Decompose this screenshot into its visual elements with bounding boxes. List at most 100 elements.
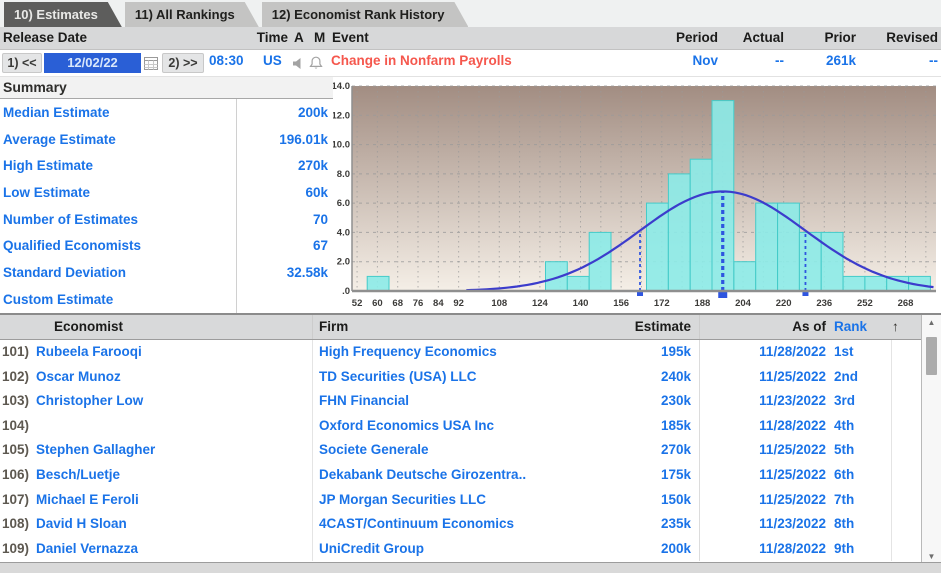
- header-estimate: Estimate: [593, 315, 700, 339]
- rank-value: 3rd: [830, 389, 892, 414]
- svg-text:268: 268: [898, 298, 914, 309]
- event-name-link[interactable]: Change in Nonfarm Payrolls: [331, 53, 512, 68]
- audio-alert-icon[interactable]: [292, 57, 306, 73]
- bottom-strip: [0, 562, 941, 573]
- svg-text:68: 68: [392, 298, 403, 309]
- rank-value: 4th: [830, 414, 892, 439]
- as-of-date: 11/28/2022: [700, 537, 830, 562]
- release-time: 08:30: [209, 53, 244, 68]
- tab-estimates[interactable]: 10) Estimates: [4, 2, 122, 27]
- svg-text:10.0: 10.0: [333, 140, 350, 151]
- row-number: 104): [0, 414, 36, 439]
- col-prior: Prior: [824, 30, 856, 45]
- svg-text:140: 140: [573, 298, 589, 309]
- summary-row-low: Low Estimate 60k: [0, 179, 333, 206]
- firm-name-link[interactable]: FHN Financial: [312, 389, 593, 414]
- row-number: 103): [0, 389, 36, 414]
- svg-text:14.0: 14.0: [333, 81, 350, 92]
- summary-value: 196.01k: [237, 132, 333, 147]
- prior-value: 261k: [826, 53, 856, 68]
- summary-label: Custom Estimate: [0, 286, 237, 313]
- revised-value: --: [929, 53, 938, 68]
- col-alert-a: A: [294, 30, 304, 45]
- summary-row-custom: Custom Estimate: [0, 286, 333, 313]
- as-of-date: 11/25/2022: [700, 488, 830, 513]
- table-row[interactable]: 103) Christopher Low FHN Financial 230k …: [0, 389, 941, 414]
- estimate-value: 185k: [593, 414, 700, 439]
- row-number: 109): [0, 537, 36, 562]
- scrollbar-thumb[interactable]: [926, 337, 937, 375]
- svg-text:2.0: 2.0: [337, 257, 350, 268]
- svg-text:76: 76: [413, 298, 424, 309]
- tab-bar: 10) Estimates 11) All Rankings 12) Econo…: [0, 0, 941, 27]
- row-number: 107): [0, 488, 36, 513]
- firm-name-link[interactable]: 4CAST/Continuum Economics: [312, 512, 593, 537]
- table-row[interactable]: 108) David H Sloan 4CAST/Continuum Econo…: [0, 512, 941, 537]
- firm-name-link[interactable]: Dekabank Deutsche Girozentra..: [312, 463, 593, 488]
- header-rank-sort[interactable]: Rank: [830, 315, 892, 339]
- estimate-value: 200k: [593, 537, 700, 562]
- scroll-down-icon[interactable]: ▼: [922, 552, 941, 561]
- estimate-value: 150k: [593, 488, 700, 513]
- economist-name-link[interactable]: Oscar Munoz: [36, 365, 312, 390]
- firm-name-link[interactable]: UniCredit Group: [312, 537, 593, 562]
- svg-text:12.0: 12.0: [333, 110, 350, 121]
- summary-panel: Summary Median Estimate 200k Average Est…: [0, 77, 333, 313]
- release-date-field[interactable]: 12/02/22: [44, 53, 141, 73]
- rank-value: 8th: [830, 512, 892, 537]
- tab-all-rankings[interactable]: 11) All Rankings: [125, 2, 259, 27]
- svg-text:92: 92: [453, 298, 464, 309]
- svg-text:156: 156: [613, 298, 629, 309]
- economist-name-link[interactable]: Daniel Vernazza: [36, 537, 312, 562]
- economist-name-link[interactable]: Rubeela Farooqi: [36, 340, 312, 365]
- rank-value: 5th: [830, 438, 892, 463]
- economist-name-link[interactable]: Besch/Luetje: [36, 463, 312, 488]
- table-row[interactable]: 107) Michael E Feroli JP Morgan Securiti…: [0, 488, 941, 513]
- sort-ascending-icon[interactable]: ↑: [892, 315, 920, 339]
- svg-text:6.0: 6.0: [337, 198, 350, 209]
- header-firm: Firm: [312, 315, 593, 339]
- summary-row-qualified: Qualified Economists 67: [0, 232, 333, 259]
- scroll-up-icon[interactable]: ▲: [922, 318, 941, 327]
- as-of-date: 11/23/2022: [700, 512, 830, 537]
- firm-name-link[interactable]: Oxford Economics USA Inc: [312, 414, 593, 439]
- firm-name-link[interactable]: TD Securities (USA) LLC: [312, 365, 593, 390]
- estimate-value: 175k: [593, 463, 700, 488]
- col-event: Event: [332, 30, 369, 45]
- table-row[interactable]: 109) Daniel Vernazza UniCredit Group 200…: [0, 537, 941, 562]
- table-row[interactable]: 104) Oxford Economics USA Inc 185k 11/28…: [0, 414, 941, 439]
- header-as-of: As of: [700, 315, 830, 339]
- svg-text:.0: .0: [342, 286, 350, 297]
- economist-name-link[interactable]: Christopher Low: [36, 389, 312, 414]
- firm-name-link[interactable]: JP Morgan Securities LLC: [312, 488, 593, 513]
- summary-label: Low Estimate: [0, 179, 237, 206]
- table-scrollbar[interactable]: ▲ ▼: [921, 315, 941, 564]
- table-row[interactable]: 105) Stephen Gallagher Societe Generale …: [0, 438, 941, 463]
- svg-text:188: 188: [694, 298, 710, 309]
- next-release-button[interactable]: 2) >>: [162, 53, 204, 73]
- firm-name-link[interactable]: Societe Generale: [312, 438, 593, 463]
- table-row[interactable]: 101) Rubeela Farooqi High Frequency Econ…: [0, 340, 941, 365]
- release-country: US: [263, 53, 282, 68]
- table-row[interactable]: 102) Oscar Munoz TD Securities (USA) LLC…: [0, 365, 941, 390]
- svg-text:204: 204: [735, 298, 752, 309]
- economist-name-link[interactable]: David H Sloan: [36, 512, 312, 537]
- table-row[interactable]: 106) Besch/Luetje Dekabank Deutsche Giro…: [0, 463, 941, 488]
- economist-name-link[interactable]: Michael E Feroli: [36, 488, 312, 513]
- col-time: Time: [257, 30, 288, 45]
- header-spacer: [0, 315, 36, 339]
- firm-name-link[interactable]: High Frequency Economics: [312, 340, 593, 365]
- tab-economist-rank-history[interactable]: 12) Economist Rank History: [262, 2, 469, 27]
- calendar-icon[interactable]: [144, 56, 158, 73]
- prev-release-button[interactable]: 1) <<: [2, 53, 42, 73]
- as-of-date: 11/25/2022: [700, 463, 830, 488]
- economist-name-link[interactable]: [36, 414, 312, 439]
- summary-rows: Median Estimate 200k Average Estimate 19…: [0, 99, 333, 313]
- economist-name-link[interactable]: Stephen Gallagher: [36, 438, 312, 463]
- estimate-value: 195k: [593, 340, 700, 365]
- svg-text:108: 108: [491, 298, 507, 309]
- economist-table: Economist Firm Estimate As of Rank ↑ 101…: [0, 313, 941, 562]
- release-data-row: 1) << 12/02/22 2) >> 08:30 US Change in …: [0, 50, 941, 77]
- bell-alert-icon[interactable]: [309, 56, 323, 73]
- summary-label: Median Estimate: [0, 99, 237, 126]
